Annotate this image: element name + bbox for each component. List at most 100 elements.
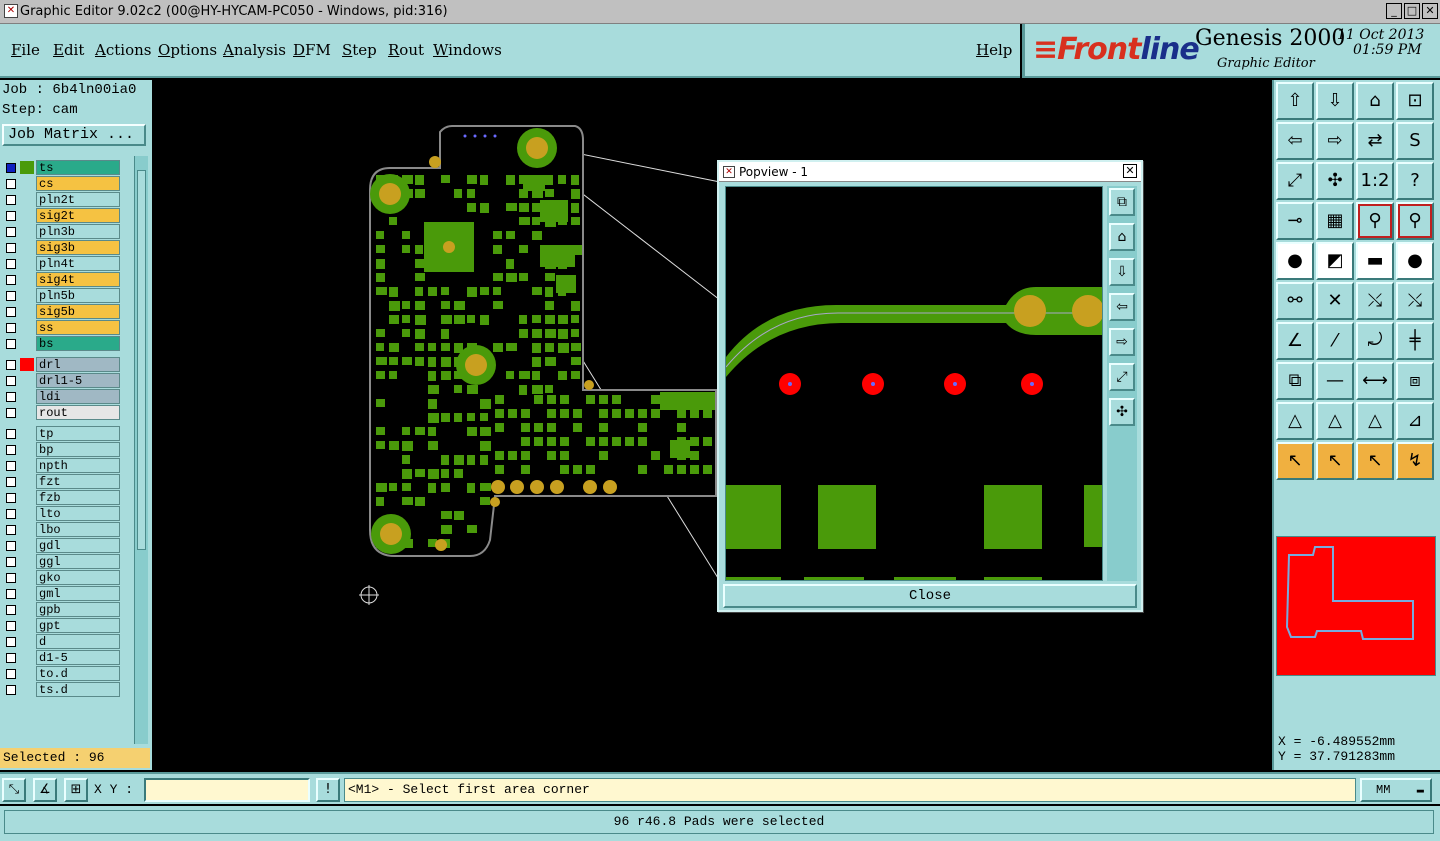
add-circle-icon[interactable]: ● xyxy=(1396,242,1434,280)
layer-name[interactable]: sig3b xyxy=(36,240,120,255)
grid-toggle-icon[interactable]: ▦ xyxy=(1316,202,1354,240)
maximize-icon[interactable]: □ xyxy=(1404,3,1420,19)
measure-icon[interactable]: ∡ xyxy=(33,778,57,802)
layer-row[interactable]: fzb xyxy=(0,490,134,505)
layer-name[interactable]: ts xyxy=(36,160,120,175)
layer-name[interactable]: d xyxy=(36,634,120,649)
layer-name[interactable]: pln3b xyxy=(36,224,120,239)
layer-checkbox[interactable] xyxy=(6,525,16,535)
layer-row[interactable]: drl xyxy=(0,357,134,372)
layer-row[interactable]: tp xyxy=(0,426,134,441)
layer-row[interactable]: sig4t xyxy=(0,272,134,287)
layer-name[interactable]: gml xyxy=(36,586,120,601)
copy-icon[interactable]: ⧉ xyxy=(1276,362,1314,400)
highlight-net-icon[interactable]: ⚲ xyxy=(1356,202,1394,240)
layer-name[interactable]: to.d xyxy=(36,666,120,681)
diagonal-icon[interactable]: ⁄ xyxy=(1316,322,1354,360)
layer-checkbox[interactable] xyxy=(6,653,16,663)
layer-scrollbar[interactable] xyxy=(134,156,148,744)
layer-row[interactable]: gpb xyxy=(0,602,134,617)
menu-options[interactable]: Options xyxy=(158,41,217,59)
layer-row[interactable]: gko xyxy=(0,570,134,585)
zoom-home-icon[interactable]: ⇧ xyxy=(1276,82,1314,120)
layer-name[interactable]: bp xyxy=(36,442,120,457)
add-surface-icon[interactable]: ◩ xyxy=(1316,242,1354,280)
layer-checkbox[interactable] xyxy=(6,339,16,349)
zoom-prev-icon[interactable]: ⇩ xyxy=(1316,82,1354,120)
layer-name[interactable]: lbo xyxy=(36,522,120,537)
layer-row[interactable]: pln2t xyxy=(0,192,134,207)
layer-row[interactable]: d xyxy=(0,634,134,649)
layer-name[interactable]: drl xyxy=(36,357,120,372)
help-query-icon[interactable]: ? xyxy=(1396,162,1434,200)
xy-input[interactable] xyxy=(144,778,310,802)
scale-icon[interactable]: 1:2 xyxy=(1356,162,1394,200)
layer-row[interactable]: pln3b xyxy=(0,224,134,239)
menu-rout[interactable]: Rout xyxy=(388,41,424,59)
unit-select[interactable]: MM ▬ xyxy=(1360,778,1432,802)
layer-row[interactable]: drl1-5 xyxy=(0,373,134,388)
popview-pan-left-icon[interactable]: ⇦ xyxy=(1109,293,1135,321)
layer-row[interactable]: cs xyxy=(0,176,134,191)
flip-icon[interactable]: ⇄ xyxy=(1356,122,1394,160)
board-minimap[interactable] xyxy=(1276,536,1436,676)
layer-row[interactable]: ldi xyxy=(0,389,134,404)
layer-checkbox[interactable] xyxy=(6,445,16,455)
layer-name[interactable]: sig5b xyxy=(36,304,120,319)
stretch-icon[interactable]: ⟷ xyxy=(1356,362,1394,400)
layer-name[interactable]: ldi xyxy=(36,389,120,404)
layer-name[interactable]: pln5b xyxy=(36,288,120,303)
minimize-icon[interactable]: _ xyxy=(1386,3,1402,19)
layer-checkbox[interactable] xyxy=(6,408,16,418)
layer-row[interactable]: sig5b xyxy=(0,304,134,319)
layer-checkbox[interactable] xyxy=(6,291,16,301)
popview-canvas[interactable] xyxy=(725,186,1103,581)
zoom-fit-icon[interactable]: ⤢ xyxy=(1276,162,1314,200)
layer-checkbox[interactable] xyxy=(6,637,16,647)
layer-checkbox[interactable] xyxy=(6,541,16,551)
layer-name[interactable]: sig4t xyxy=(36,272,120,287)
menu-dfm[interactable]: DFM xyxy=(293,41,331,59)
layer-checkbox[interactable] xyxy=(6,493,16,503)
grid-icon[interactable]: ⊞ xyxy=(64,778,88,802)
layer-row[interactable]: ts.d xyxy=(0,682,134,697)
layer-row[interactable]: ts xyxy=(0,160,134,175)
layer-name[interactable]: fzb xyxy=(36,490,120,505)
job-matrix-button[interactable]: Job Matrix ... xyxy=(2,124,146,146)
layer-checkbox[interactable] xyxy=(6,275,16,285)
layer-name[interactable]: gpb xyxy=(36,602,120,617)
layer-checkbox[interactable] xyxy=(6,605,16,615)
add-line-icon[interactable]: ⤯ xyxy=(1356,282,1394,320)
layer-checkbox[interactable] xyxy=(6,685,16,695)
menu-actions[interactable]: Actions xyxy=(95,41,151,59)
split-icon[interactable]: ╪ xyxy=(1396,322,1434,360)
layer-checkbox[interactable] xyxy=(6,589,16,599)
zoom-area-icon[interactable]: ✣ xyxy=(1316,162,1354,200)
popview-zoom-in-icon[interactable]: ⤢ xyxy=(1109,363,1135,391)
layer-row[interactable]: bp xyxy=(0,442,134,457)
layer-checkbox[interactable] xyxy=(6,477,16,487)
layer-checkbox[interactable] xyxy=(6,509,16,519)
layer-name[interactable]: pln4t xyxy=(36,256,120,271)
layer-name[interactable]: pln2t xyxy=(36,192,120,207)
layer-checkbox[interactable] xyxy=(6,669,16,679)
select-route-icon[interactable]: ↯ xyxy=(1396,442,1434,480)
tool-options-icon[interactable]: ⊸ xyxy=(1276,202,1314,240)
home-icon[interactable]: ⌂ xyxy=(1356,82,1394,120)
layer-checkbox[interactable] xyxy=(6,243,16,253)
layer-checkbox[interactable] xyxy=(6,429,16,439)
window-icon[interactable]: ⊡ xyxy=(1396,82,1434,120)
layer-checkbox[interactable] xyxy=(6,392,16,402)
layer-name[interactable]: ts.d xyxy=(36,682,120,697)
highlight-net2-icon[interactable]: ⚲ xyxy=(1396,202,1434,240)
layer-name[interactable]: tp xyxy=(36,426,120,441)
break-icon[interactable]: — xyxy=(1316,362,1354,400)
popview-close-icon[interactable]: ✕ xyxy=(1123,164,1137,178)
layer-row[interactable]: rout xyxy=(0,405,134,420)
select-polygon-icon[interactable]: ↖ xyxy=(1356,442,1394,480)
polygon4-icon[interactable]: ⊿ xyxy=(1396,402,1434,440)
layer-checkbox[interactable] xyxy=(6,461,16,471)
layer-name[interactable]: drl1-5 xyxy=(36,373,120,388)
measure-ruler-icon[interactable]: ▬ xyxy=(1356,242,1394,280)
layer-row[interactable]: bs xyxy=(0,336,134,351)
